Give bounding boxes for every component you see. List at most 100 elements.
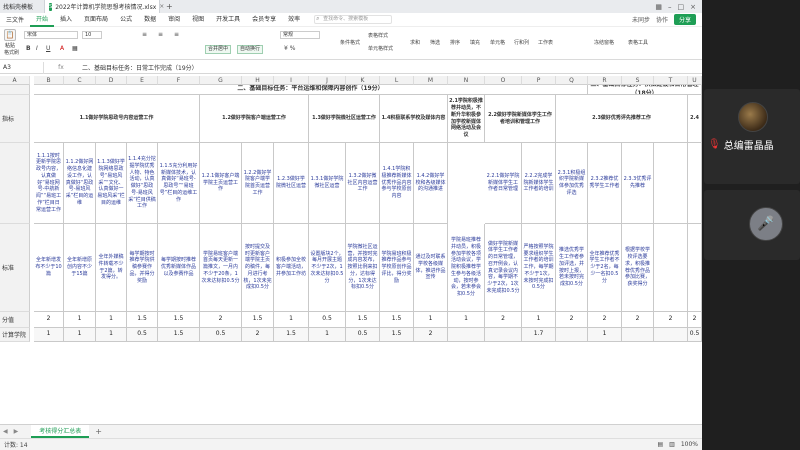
indicator-cell[interactable]: 1.4.2做好学校和各级媒体的沟通推进 bbox=[414, 143, 448, 224]
menu-developer[interactable]: 开发工具 bbox=[210, 13, 246, 27]
group-header-cell[interactable]: 1.4积极联系学校及媒体内容 bbox=[380, 95, 448, 143]
column-header-o[interactable]: O bbox=[485, 76, 522, 85]
column-header-s[interactable]: S bbox=[622, 76, 654, 85]
menu-data[interactable]: 数据 bbox=[138, 13, 162, 27]
grid-icon[interactable]: ▦ bbox=[655, 3, 662, 11]
menu-efficiency[interactable]: 效率 bbox=[282, 13, 306, 27]
next-sheet-icon[interactable]: ▶ bbox=[11, 428, 22, 435]
group-header-cell[interactable]: 1.2做好学院客户端运营工作 bbox=[200, 95, 309, 143]
font-name-select[interactable]: 宋体 bbox=[24, 31, 78, 39]
score-cell[interactable]: 2 bbox=[622, 312, 654, 328]
row-header-6[interactable]: 计算学院 bbox=[0, 328, 30, 342]
score-cell[interactable]: 2 bbox=[485, 312, 522, 328]
fill-button[interactable]: 填充 bbox=[470, 39, 480, 46]
score-cell[interactable]: 1.5 bbox=[346, 312, 380, 328]
table-tools-button[interactable]: 表格工具 bbox=[628, 39, 648, 46]
score-cell[interactable]: 2 bbox=[654, 312, 688, 328]
result-cell[interactable]: 1.5 bbox=[380, 328, 414, 342]
score-cell[interactable]: 1.5 bbox=[380, 312, 414, 328]
standard-cell[interactable] bbox=[654, 224, 688, 312]
number-format-select[interactable]: 常规 bbox=[280, 31, 320, 39]
result-cell[interactable]: 1 bbox=[588, 328, 622, 342]
row-header-2[interactable]: 指标 bbox=[0, 95, 30, 143]
score-cell[interactable]: 1 bbox=[274, 312, 309, 328]
group-header-cell[interactable]: 2.3做好优秀评先推荐工作 bbox=[556, 95, 688, 143]
score-cell[interactable]: 1 bbox=[64, 312, 96, 328]
menu-member[interactable]: 会员专享 bbox=[246, 13, 282, 27]
format-painter-button[interactable]: 格式刷 bbox=[4, 49, 19, 56]
column-header-h[interactable]: H bbox=[242, 76, 274, 85]
align-middle-icon[interactable]: ≡ bbox=[158, 31, 163, 38]
column-header-m[interactable]: M bbox=[414, 76, 448, 85]
result-cell[interactable]: 1.5 bbox=[274, 328, 309, 342]
standard-cell[interactable]: 学院易班推荐并动员，积极参加学校各项活动会议，学院积极推荐学生参与各级活动，按时… bbox=[448, 224, 485, 312]
minimize-icon[interactable]: – bbox=[668, 3, 672, 11]
row-header-5[interactable]: 分值 bbox=[0, 312, 30, 328]
app-tab[interactable]: 找稻壳模板 bbox=[0, 2, 44, 11]
sheet-grid[interactable]: A B C D E F G H I J K L M N O P Q R S T U 指标 标准 分值 计算学院 二、基础目标任务：… bbox=[0, 76, 702, 421]
share-button[interactable]: 分享 bbox=[673, 14, 696, 25]
result-cell[interactable] bbox=[622, 328, 654, 342]
column-header-g[interactable]: G bbox=[200, 76, 242, 85]
indicator-cell[interactable]: 2.2.1做好学院新媒体学生工作者日常管理 bbox=[485, 143, 522, 224]
score-cell[interactable]: 1 bbox=[96, 312, 127, 328]
menu-formula[interactable]: 公式 bbox=[114, 13, 138, 27]
column-header-j[interactable]: J bbox=[309, 76, 346, 85]
worksheet-button[interactable]: 工作表 bbox=[538, 39, 553, 46]
column-header-t[interactable]: T bbox=[654, 76, 688, 85]
score-cell[interactable]: 2 bbox=[556, 312, 588, 328]
prev-sheet-icon[interactable]: ◀ bbox=[0, 428, 11, 435]
result-cell[interactable]: 2 bbox=[242, 328, 274, 342]
score-cell[interactable]: 2 bbox=[688, 312, 702, 328]
collab-button[interactable]: 协作 bbox=[655, 15, 668, 24]
row-col-button[interactable]: 行和列 bbox=[514, 39, 529, 46]
menu-view[interactable]: 视图 bbox=[186, 13, 210, 27]
group-header-cell[interactable]: 2.4 bbox=[688, 95, 702, 143]
menu-page-layout[interactable]: 页面布局 bbox=[78, 13, 114, 27]
standard-cell[interactable]: 学院易班客户端首页每天更新一篇推文，一月内不少于20条，1次未达标扣0.5分 bbox=[200, 224, 242, 312]
column-header-l[interactable]: L bbox=[380, 76, 414, 85]
standard-cell[interactable]: 推选优秀学生工作者参加评选，并按时上报，若未按时完成扣0.5分 bbox=[556, 224, 588, 312]
indicator-cell[interactable]: 1.4.1学院积极推荐新媒体优秀作品内容参与学校原创内容 bbox=[380, 143, 414, 224]
sync-status[interactable]: 未同步 bbox=[631, 15, 650, 24]
score-cell[interactable]: 1 bbox=[414, 312, 448, 328]
indicator-cell[interactable]: 2.3.2推荐优秀学生工作者 bbox=[588, 143, 622, 224]
result-cell[interactable]: 0.5 bbox=[688, 328, 702, 342]
zoom-level[interactable]: 100% bbox=[681, 441, 698, 448]
score-cell[interactable]: 0.5 bbox=[309, 312, 346, 328]
column-header-c[interactable]: C bbox=[64, 76, 96, 85]
standard-cell[interactable]: 全年新增原创内容不少于15篇 bbox=[64, 224, 96, 312]
standard-cell[interactable]: 积极参加全校客户端活动，并参加工作坊 bbox=[274, 224, 309, 312]
column-header-n[interactable]: N bbox=[448, 76, 485, 85]
indicator-cell[interactable] bbox=[654, 143, 688, 224]
participant-tile[interactable]: 🎤 bbox=[704, 190, 800, 260]
menu-home[interactable]: 开始 bbox=[30, 13, 55, 27]
score-cell[interactable]: 1.5 bbox=[127, 312, 158, 328]
indicator-cell[interactable]: 1.2.3做好学院微社区运营 bbox=[274, 143, 309, 224]
new-tab-button[interactable]: + bbox=[160, 2, 179, 11]
indicator-cell[interactable] bbox=[688, 143, 702, 224]
score-cell[interactable]: 2 bbox=[200, 312, 242, 328]
score-cell[interactable]: 1.5 bbox=[158, 312, 200, 328]
group-header-cell[interactable]: 1.1做好学院思政号内容运营工作 bbox=[34, 95, 200, 143]
menu-review[interactable]: 审阅 bbox=[162, 13, 186, 27]
cond-format-button[interactable]: 条件格式 bbox=[340, 39, 360, 46]
column-header-u[interactable]: U bbox=[688, 76, 702, 85]
sum-button[interactable]: 求和 bbox=[410, 39, 420, 46]
table-style-button[interactable]: 表格样式 bbox=[368, 32, 388, 39]
standard-cell[interactable]: 按时提交及时更新客户端学院主页的稿件，每月进行考核，1次未完成扣0.5分 bbox=[242, 224, 274, 312]
column-header-k[interactable]: K bbox=[346, 76, 380, 85]
score-cell[interactable]: 1 bbox=[448, 312, 485, 328]
page-view-icon[interactable]: ▥ bbox=[669, 441, 675, 448]
normal-view-icon[interactable]: ▤ bbox=[658, 441, 664, 448]
sheet-tab-summary[interactable]: 考核得分汇总表 bbox=[31, 425, 90, 438]
italic-button[interactable]: I bbox=[36, 45, 38, 52]
group-header-cell[interactable]: 2.2做好学院新媒体学生工作者培训和管理工作 bbox=[485, 95, 556, 143]
menu-insert[interactable]: 插入 bbox=[54, 13, 78, 27]
align-bottom-icon[interactable]: ≡ bbox=[174, 31, 179, 38]
underline-button[interactable]: U bbox=[46, 45, 50, 52]
file-menu[interactable]: 三文件 bbox=[0, 15, 30, 24]
result-cell[interactable] bbox=[448, 328, 485, 342]
maximize-icon[interactable]: □ bbox=[678, 3, 685, 11]
result-cell[interactable]: 0.5 bbox=[346, 328, 380, 342]
